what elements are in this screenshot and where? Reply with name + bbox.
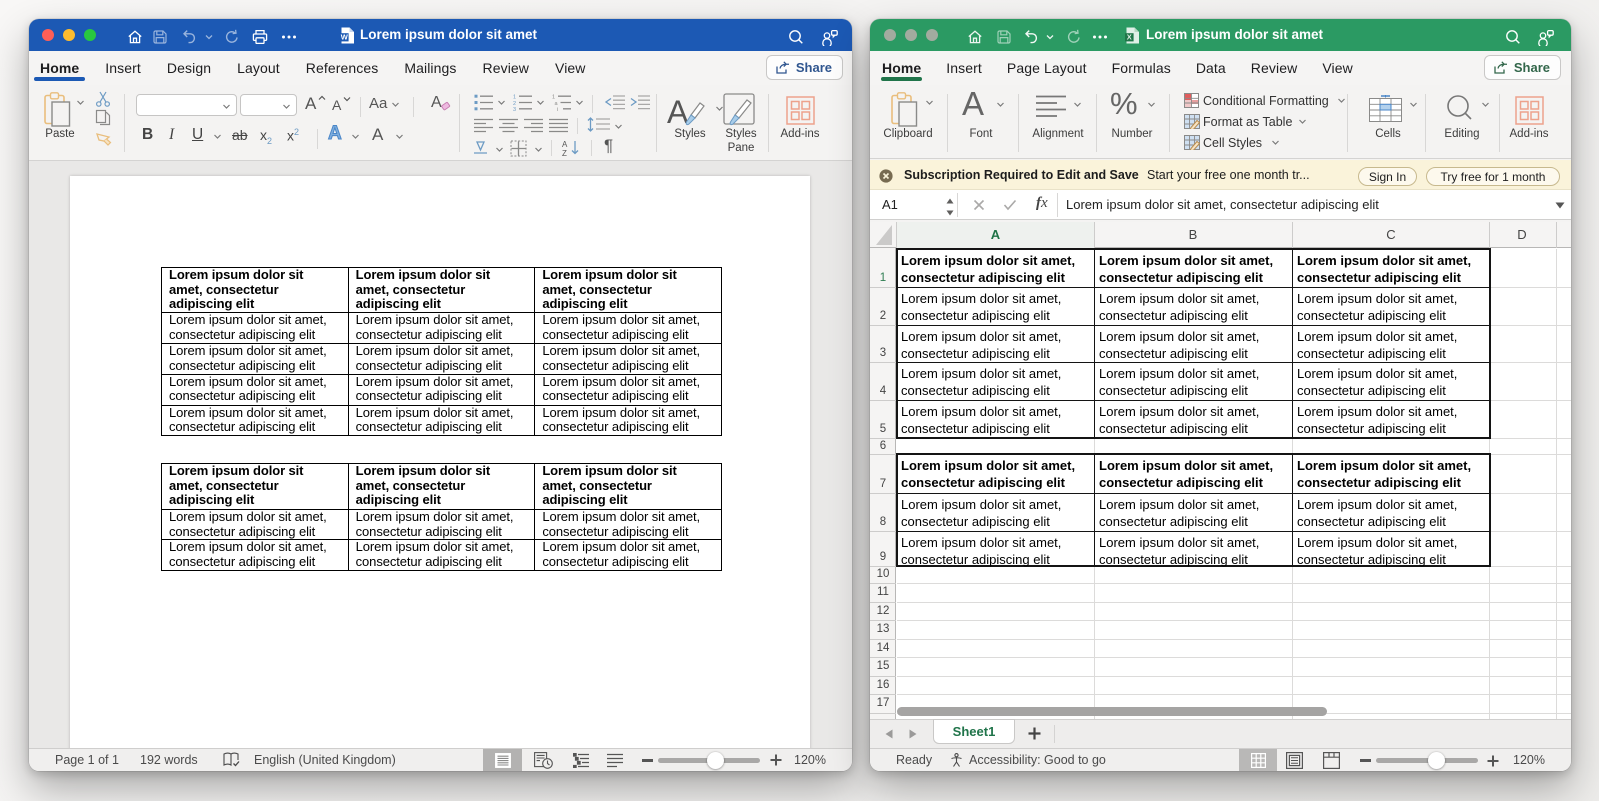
svg-text:X: X — [1127, 33, 1132, 42]
svg-text:1: 1 — [513, 95, 516, 101]
svg-text:W: W — [341, 33, 349, 42]
svg-text:A: A — [562, 140, 568, 149]
svg-text:Z: Z — [562, 149, 567, 157]
svg-text:3: 3 — [513, 107, 516, 111]
svg-text:i: i — [557, 107, 558, 111]
svg-text:1: 1 — [552, 95, 555, 101]
